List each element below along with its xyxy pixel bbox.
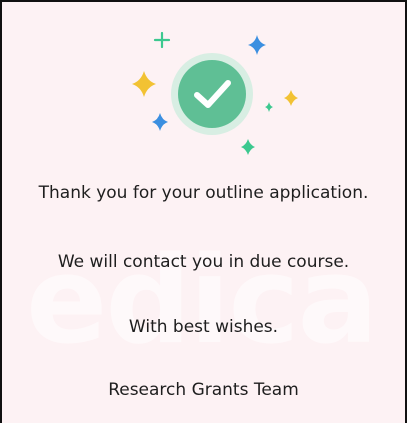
check-circle-icon xyxy=(178,60,246,128)
success-illustration xyxy=(122,27,302,157)
contact-message: We will contact you in due course. xyxy=(57,252,350,272)
sparkle-icon xyxy=(241,139,255,155)
sparkle-icon xyxy=(152,113,168,131)
success-graphic xyxy=(132,31,298,155)
confirmation-panel: edica Thank you for your outline applica… xyxy=(0,0,407,423)
closing-message: With best wishes. xyxy=(128,317,279,337)
sparkle-icon xyxy=(153,31,171,49)
sparkle-icon xyxy=(265,102,273,112)
thank-you-message: Thank you for your outline application. xyxy=(38,183,369,203)
sparkle-icon xyxy=(284,90,298,106)
team-signature: Research Grants Team xyxy=(108,380,299,400)
sparkle-icon xyxy=(248,35,266,55)
sparkle-icon xyxy=(132,71,156,97)
